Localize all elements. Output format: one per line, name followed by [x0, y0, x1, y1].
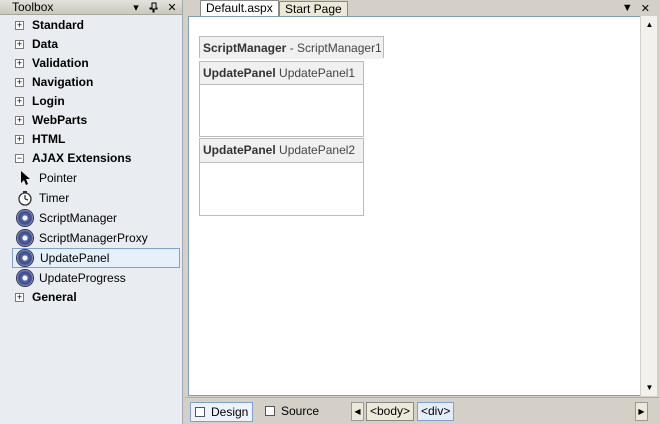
control-header: UpdatePanel UpdatePanel2	[200, 139, 363, 161]
tag-body[interactable]: <body>	[366, 402, 415, 421]
control-header: UpdatePanel UpdatePanel1	[200, 62, 363, 84]
control-type: UpdatePanel	[203, 66, 276, 80]
pin-icon[interactable]	[148, 1, 160, 15]
category-label: Login	[32, 94, 65, 108]
design-surface[interactable]: ScriptManager - ScriptManager1 UpdatePan…	[188, 16, 645, 396]
source-view-button[interactable]: Source	[261, 402, 323, 422]
panel-content-area[interactable]	[200, 162, 363, 215]
scroll-down-icon[interactable]: ▼	[641, 379, 658, 396]
category-ajax-extensions[interactable]: − AJAX Extensions	[12, 149, 180, 168]
timer-icon	[17, 190, 33, 206]
gear-icon	[17, 230, 33, 246]
expand-icon[interactable]: +	[15, 116, 24, 125]
expand-icon[interactable]: +	[15, 78, 24, 87]
toolbox-item-scriptmanager[interactable]: ScriptManager	[12, 208, 180, 228]
source-label: Source	[281, 404, 320, 418]
toolbox-item-label: ScriptManager	[39, 211, 118, 225]
category-label: Standard	[32, 18, 85, 32]
panel-content-area[interactable]	[200, 84, 363, 136]
pointer-icon	[17, 170, 33, 186]
dropdown-icon[interactable]: ▾	[130, 1, 142, 15]
view-switcher-bar: Design Source ◀ <body> <div> ▶	[185, 397, 660, 424]
dropdown-icon[interactable]: ▼	[622, 2, 633, 14]
control-header: ScriptManager - ScriptManager1	[200, 37, 383, 59]
scroll-up-icon[interactable]: ▲	[641, 16, 658, 33]
category-label: General	[32, 290, 77, 304]
toolbox-item-label: UpdatePanel	[40, 251, 110, 265]
tab-start-page[interactable]: Start Page	[279, 1, 348, 17]
toolbox-item-label: ScriptManagerProxy	[39, 231, 148, 245]
gear-icon	[17, 250, 33, 266]
nav-left-icon[interactable]: ◀	[351, 402, 364, 421]
design-icon	[195, 407, 205, 417]
category-validation[interactable]: + Validation	[12, 54, 180, 73]
tag-div[interactable]: <div>	[417, 402, 455, 421]
category-label: HTML	[32, 132, 66, 146]
expand-icon[interactable]: +	[15, 21, 24, 30]
nav-right-icon[interactable]: ▶	[635, 402, 648, 421]
toolbox-item-label: Timer	[39, 191, 70, 205]
expand-icon[interactable]: +	[15, 59, 24, 68]
toolbox-title: Toolbox	[12, 0, 54, 14]
scriptmanager-control[interactable]: ScriptManager - ScriptManager1	[199, 36, 384, 59]
control-id: - ScriptManager1	[286, 41, 382, 55]
close-icon[interactable]: ✕	[166, 1, 178, 15]
design-view-button[interactable]: Design	[190, 402, 254, 422]
category-label: AJAX Extensions	[32, 151, 132, 165]
toolbox-item-updateprogress[interactable]: UpdateProgress	[12, 268, 180, 288]
close-icon[interactable]: ✕	[641, 2, 650, 15]
toolbox-item-pointer[interactable]: Pointer	[12, 168, 180, 188]
category-data[interactable]: + Data	[12, 35, 180, 54]
control-id: UpdatePanel1	[275, 66, 356, 80]
expand-icon[interactable]: +	[15, 293, 24, 302]
design-label: Design	[211, 405, 249, 419]
collapse-icon[interactable]: −	[15, 154, 24, 163]
category-login[interactable]: + Login	[12, 92, 180, 111]
vertical-scrollbar[interactable]: ▲ ▼	[640, 16, 657, 396]
source-icon	[265, 406, 275, 416]
category-general[interactable]: + General	[12, 288, 180, 307]
control-type: UpdatePanel	[203, 143, 276, 157]
category-label: Navigation	[32, 75, 94, 89]
control-type: ScriptManager	[203, 41, 287, 55]
document-area: Default.aspx Start Page ▼ ✕ ScriptManage…	[185, 0, 660, 424]
control-id: UpdatePanel2	[275, 143, 356, 157]
tab-strip: Default.aspx Start Page ▼ ✕	[185, 0, 660, 17]
category-label: Validation	[32, 56, 89, 70]
updatepanel1-control[interactable]: UpdatePanel UpdatePanel1	[199, 61, 364, 137]
toolbox-item-timer[interactable]: Timer	[12, 188, 180, 208]
toolbox-panel: Toolbox ▾ ✕ + Standard + Data + Validation …	[0, 0, 183, 424]
expand-icon[interactable]: +	[15, 40, 24, 49]
updatepanel2-control[interactable]: UpdatePanel UpdatePanel2	[199, 138, 364, 216]
tab-default-aspx[interactable]: Default.aspx	[200, 0, 279, 17]
toolbox-list: + Standard + Data + Validation + Navigation …	[12, 16, 180, 307]
gear-icon	[17, 270, 33, 286]
category-html[interactable]: + HTML	[12, 130, 180, 149]
category-standard[interactable]: + Standard	[12, 16, 180, 35]
expand-icon[interactable]: +	[15, 135, 24, 144]
toolbox-item-label: Pointer	[39, 171, 78, 185]
category-label: Data	[32, 37, 59, 51]
toolbox-item-updatepanel[interactable]: UpdatePanel	[12, 248, 180, 268]
gear-icon	[17, 210, 33, 226]
toolbox-title-bar: Toolbox ▾ ✕	[0, 0, 182, 15]
category-navigation[interactable]: + Navigation	[12, 73, 180, 92]
expand-icon[interactable]: +	[15, 97, 24, 106]
toolbox-item-label: UpdateProgress	[39, 271, 126, 285]
toolbox-item-scriptmanagerproxy[interactable]: ScriptManagerProxy	[12, 228, 180, 248]
category-label: WebParts	[32, 113, 88, 127]
category-webparts[interactable]: + WebParts	[12, 111, 180, 130]
